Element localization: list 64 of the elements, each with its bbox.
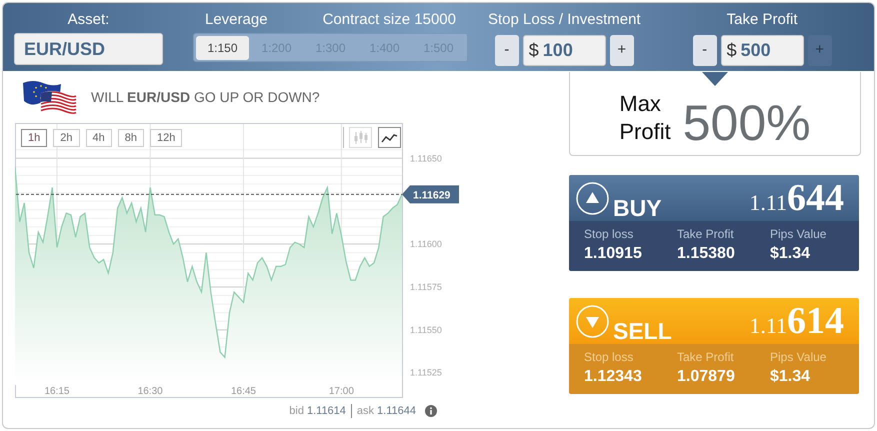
- x-axis-label: 16:15: [44, 386, 70, 397]
- stat-value: 1.15380: [677, 244, 736, 264]
- question-text: WILL EUR/USD GO UP OR DOWN?: [91, 88, 320, 106]
- trade-label: SELL: [613, 318, 672, 342]
- candlestick-icon: [354, 130, 368, 146]
- price-prefix: 1.11: [749, 312, 787, 340]
- stat-value: $1.34: [770, 367, 812, 387]
- price-prefix: 1.11: [749, 188, 787, 216]
- price-pips: 644: [787, 178, 844, 218]
- stat-label: Take Profit: [677, 226, 735, 243]
- stat-value: 1.07879: [677, 367, 736, 387]
- flags-drawing: [21, 79, 77, 115]
- bid-price: 1.11614: [306, 404, 346, 419]
- plus-button[interactable]: +: [610, 35, 634, 66]
- x-axis-label: 17:00: [328, 386, 354, 397]
- minus-button[interactable]: -: [692, 35, 717, 66]
- bid-label: bid: [289, 404, 304, 419]
- x-axis-label: 16:30: [138, 386, 163, 397]
- contract-size: Contract size 15000: [322, 11, 456, 29]
- currency-symbol: $: [726, 39, 737, 62]
- ask-label: ask: [356, 404, 374, 419]
- amount-value: 100: [542, 39, 573, 62]
- stat-label: Stop loss: [584, 349, 634, 366]
- line-chart-toggle[interactable]: [378, 127, 401, 148]
- y-axis-label: 1.11650: [410, 153, 442, 164]
- stat-label: Pips Value: [770, 226, 828, 243]
- amount-value: 500: [740, 39, 771, 62]
- candlestick-toggle[interactable]: [349, 127, 372, 148]
- stat-label: Take Profit: [677, 349, 735, 366]
- asset-field[interactable]: EUR/USD: [14, 33, 163, 65]
- y-axis-label: 1.11550: [410, 324, 442, 335]
- period-tab[interactable]: 1h: [21, 129, 48, 147]
- max-profit-label: Max Profit: [619, 90, 671, 146]
- period-tab[interactable]: 8h: [118, 129, 144, 147]
- info-icon[interactable]: [425, 405, 437, 418]
- stepper-label: Stop Loss / Investment: [488, 11, 641, 29]
- stepper-label: Take Profit: [726, 11, 798, 29]
- minus-button[interactable]: -: [494, 35, 519, 66]
- price-marker-label: 1.11629: [413, 189, 450, 202]
- x-axis-label: 16:45: [230, 386, 256, 397]
- stat-label: Pips Value: [770, 349, 828, 366]
- y-axis-label: 1.11525: [410, 368, 442, 378]
- ask-price: 1.11644: [377, 404, 416, 419]
- y-axis-label: 1.11600: [410, 239, 442, 250]
- max-profit-value: 500%: [682, 96, 811, 148]
- line-chart-icon: [381, 132, 398, 142]
- y-axis-label: 1.11575: [410, 282, 442, 292]
- amount-field[interactable]: $ 100: [522, 35, 606, 66]
- period-tab[interactable]: 12h: [150, 129, 182, 147]
- callout-pointer: [702, 72, 728, 86]
- currency-symbol: $: [528, 39, 539, 62]
- period-tab[interactable]: 4h: [86, 129, 112, 147]
- stat-value: $1.34: [770, 244, 812, 264]
- stat-label: Stop loss: [584, 226, 634, 243]
- price-marker: [402, 185, 459, 204]
- stat-value: 1.10915: [584, 244, 643, 264]
- trade-label: BUY: [613, 196, 662, 220]
- leverage-option[interactable]: 1:150: [196, 36, 249, 60]
- stat-value: 1.12343: [584, 367, 643, 387]
- period-tab[interactable]: 2h: [53, 129, 80, 147]
- price-pips: 614: [787, 300, 844, 340]
- asset-label: Asset:: [68, 11, 110, 29]
- amount-field[interactable]: $ 500: [720, 35, 804, 66]
- leverage-label: Leverage: [205, 11, 268, 29]
